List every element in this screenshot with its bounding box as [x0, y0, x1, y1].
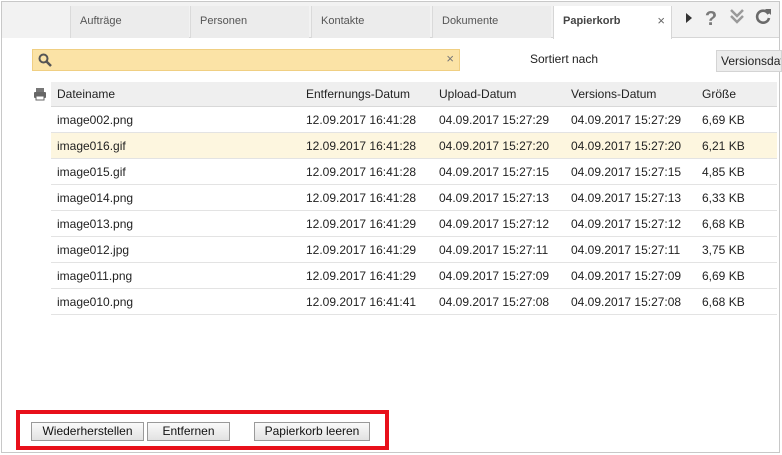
column-header-filename[interactable]: Dateiname	[57, 82, 115, 107]
tab-label: Aufträge	[80, 15, 122, 27]
removal-date-cell: 12.09.2017 16:41:28	[306, 165, 417, 179]
upload-date-cell: 04.09.2017 15:27:13	[439, 191, 550, 205]
filename-cell: image011.png	[57, 269, 133, 283]
tab-label: Kontakte	[321, 15, 365, 27]
tab-personen[interactable]: Personen	[190, 6, 309, 38]
upload-date-cell: 04.09.2017 15:27:15	[439, 165, 550, 179]
size-cell: 6,33 KB	[702, 191, 745, 205]
removal-date-cell: 12.09.2017 16:41:41	[306, 295, 417, 309]
column-header-upload-date[interactable]: Upload-Datum	[439, 82, 516, 107]
table-row[interactable]: image013.png 12.09.2017 16:41:29 04.09.201…	[51, 211, 777, 237]
size-cell: 6,68 KB	[702, 217, 745, 231]
version-date-cell: 04.09.2017 15:27:15	[571, 165, 682, 179]
size-cell: 6,21 KB	[702, 139, 745, 153]
version-date-cell: 04.09.2017 15:27:12	[571, 217, 682, 231]
size-cell: 6,69 KB	[702, 269, 745, 283]
filename-cell: image013.png	[57, 217, 134, 231]
version-date-cell: 04.09.2017 15:27:20	[571, 139, 682, 153]
filename-cell: image016.gif	[57, 139, 126, 153]
column-header-size[interactable]: Größe	[702, 82, 736, 107]
version-date-cell: 04.09.2017 15:27:08	[571, 295, 682, 309]
print-icon[interactable]	[33, 87, 47, 101]
clear-search-icon[interactable]: ×	[446, 51, 454, 66]
search-input[interactable]	[59, 51, 439, 69]
removal-date-cell: 12.09.2017 16:41:28	[306, 113, 417, 127]
removal-date-cell: 12.09.2017 16:41:29	[306, 217, 417, 231]
table-row[interactable]: image012.jpg 12.09.2017 16:41:29 04.09.201…	[51, 237, 777, 263]
size-cell: 6,69 KB	[702, 113, 745, 127]
removal-date-cell: 12.09.2017 16:41:28	[306, 139, 417, 153]
tab-dokumente[interactable]: Dokumente	[432, 6, 551, 38]
tab-kontakte[interactable]: Kontakte	[311, 6, 430, 38]
table-row[interactable]: image002.png 12.09.2017 16:41:28 04.09.201…	[51, 107, 777, 133]
table-header: Dateiname Entfernungs-Datum Upload-Datum…	[51, 82, 777, 107]
removal-date-cell: 12.09.2017 16:41:29	[306, 243, 417, 257]
sort-select[interactable]: Versionsdatum	[716, 50, 782, 72]
filename-cell: image014.png	[57, 191, 134, 205]
table-row[interactable]: image015.gif 12.09.2017 16:41:28 04.09.201…	[51, 159, 777, 185]
tab-label: Papierkorb	[563, 15, 621, 27]
filename-cell: image012.jpg	[57, 243, 130, 257]
search-icon	[38, 53, 52, 67]
table-row[interactable]: image016.gif 12.09.2017 16:41:28 04.09.201…	[51, 133, 777, 159]
version-date-cell: 04.09.2017 15:27:13	[571, 191, 682, 205]
tab-bar: Aufträge Personen Kontakte Dokumente Pap…	[2, 2, 779, 39]
close-icon[interactable]: ×	[657, 6, 665, 36]
trash-table: Dateiname Entfernungs-Datum Upload-Datum…	[51, 82, 777, 315]
sort-label: Sortiert nach	[530, 52, 599, 66]
size-cell: 3,75 KB	[702, 243, 745, 257]
version-date-cell: 04.09.2017 15:27:09	[571, 269, 682, 283]
tab-papierkorb[interactable]: Papierkorb ×	[553, 6, 672, 39]
upload-date-cell: 04.09.2017 15:27:11	[439, 243, 549, 257]
tab-label: Personen	[200, 15, 248, 27]
remove-button[interactable]: Entfernen	[147, 422, 230, 441]
table-row[interactable]: image010.png 12.09.2017 16:41:41 04.09.201…	[51, 289, 777, 315]
upload-date-cell: 04.09.2017 15:27:09	[439, 269, 550, 283]
size-cell: 6,68 KB	[702, 295, 745, 309]
play-icon[interactable]	[682, 8, 696, 30]
version-date-cell: 04.09.2017 15:27:11	[571, 243, 681, 257]
version-date-cell: 04.09.2017 15:27:29	[571, 113, 682, 127]
empty-trash-button[interactable]: Papierkorb leeren	[254, 422, 370, 441]
refresh-icon[interactable]	[753, 8, 773, 30]
table-body: image002.png 12.09.2017 16:41:28 04.09.201…	[51, 107, 777, 315]
filename-cell: image015.gif	[57, 165, 126, 179]
column-header-removal-date[interactable]: Entfernungs-Datum	[306, 82, 410, 107]
tab-auftraege[interactable]: Aufträge	[70, 6, 189, 38]
column-header-version-date[interactable]: Versions-Datum	[571, 82, 656, 107]
upload-date-cell: 04.09.2017 15:27:29	[439, 113, 550, 127]
tab-bar-spacer	[2, 2, 70, 38]
size-cell: 4,85 KB	[702, 165, 745, 179]
trash-panel: Aufträge Personen Kontakte Dokumente Pap…	[1, 1, 782, 453]
table-row[interactable]: image011.png 12.09.2017 16:41:29 04.09.201…	[51, 263, 777, 289]
filename-cell: image002.png	[57, 113, 134, 127]
chevrons-down-icon[interactable]	[727, 8, 747, 30]
upload-date-cell: 04.09.2017 15:27:20	[439, 139, 550, 153]
table-row[interactable]: image014.png 12.09.2017 16:41:28 04.09.201…	[51, 185, 777, 211]
tab-label: Dokumente	[442, 15, 499, 27]
help-icon[interactable]: ?	[701, 8, 721, 30]
filename-cell: image010.png	[57, 295, 134, 309]
restore-button[interactable]: Wiederherstellen	[31, 422, 144, 441]
removal-date-cell: 12.09.2017 16:41:29	[306, 269, 417, 283]
upload-date-cell: 04.09.2017 15:27:12	[439, 217, 550, 231]
upload-date-cell: 04.09.2017 15:27:08	[439, 295, 550, 309]
search-bar: ×	[32, 49, 460, 71]
removal-date-cell: 12.09.2017 16:41:28	[306, 191, 417, 205]
